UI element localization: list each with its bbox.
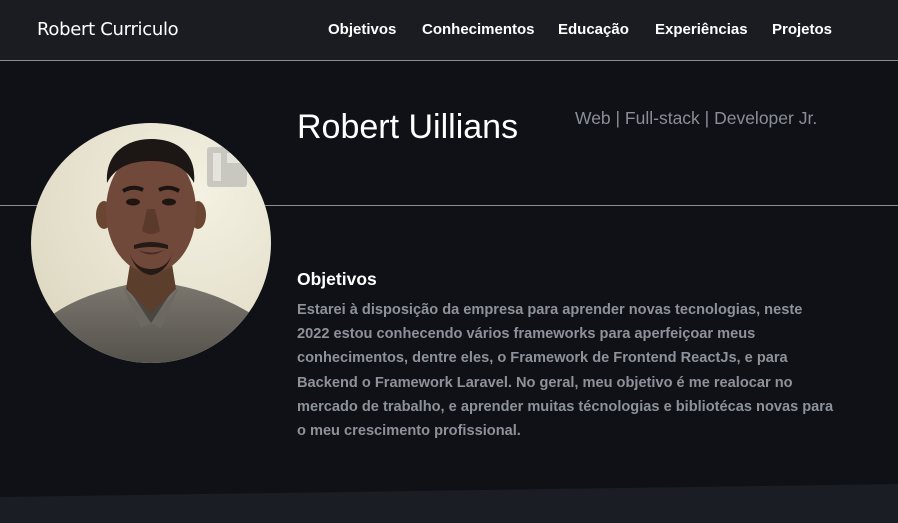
section-divider-strip bbox=[0, 484, 898, 523]
profile-name: Robert Uillians bbox=[297, 108, 519, 146]
nav-link-conhecimentos[interactable]: Conhecimentos bbox=[422, 21, 535, 38]
navbar: Robert Curriculo Objetivos Conhecimentos… bbox=[0, 0, 898, 61]
nav-link-objetivos[interactable]: Objetivos bbox=[328, 21, 396, 38]
profile-role: Web | Full-stack | Developer Jr. bbox=[575, 108, 818, 128]
nav-link-projetos[interactable]: Projetos bbox=[772, 21, 832, 38]
nav-link-educacao[interactable]: Educação bbox=[558, 21, 629, 38]
profile-photo bbox=[31, 123, 271, 363]
nav-link-experiencias[interactable]: Experiências bbox=[655, 21, 748, 38]
avatar bbox=[31, 123, 271, 363]
brand-link[interactable]: Robert Curriculo bbox=[37, 19, 179, 40]
objetivos-heading: Objetivos bbox=[297, 269, 377, 289]
objetivos-text: Estarei à disposição da empresa para apr… bbox=[297, 302, 834, 440]
